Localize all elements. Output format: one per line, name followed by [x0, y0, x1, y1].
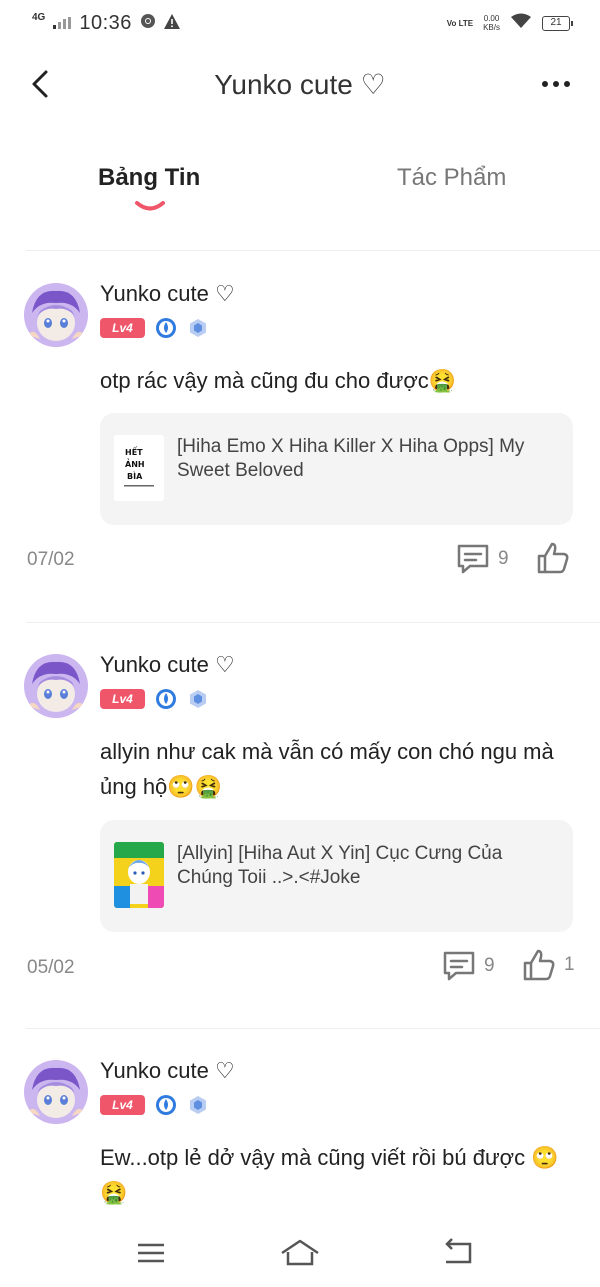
- badges: Lv4: [100, 1094, 209, 1116]
- author-name[interactable]: Yunko cute ♡: [100, 652, 235, 678]
- level-badge: Lv4: [100, 318, 145, 338]
- menu-icon: [138, 1243, 164, 1263]
- tab-indicator: [135, 201, 165, 211]
- tab-feed[interactable]: Bảng Tin: [98, 164, 200, 192]
- divider: [26, 1028, 600, 1029]
- work-title: [Hiha Emo X Hiha Killer X Hiha Opps] My …: [177, 436, 525, 481]
- wifi-icon: [510, 12, 532, 35]
- post-text: otp rác vậy mà cũng đu cho được🤮: [100, 368, 457, 393]
- comment-count: 9: [484, 955, 495, 976]
- chrome-icon: [140, 13, 156, 33]
- like-button[interactable]: [536, 541, 570, 575]
- post-text: allyin như cak mà vẫn có mấy con chó ngu…: [100, 739, 554, 799]
- thumbs-up-icon: [523, 949, 555, 981]
- comment-button[interactable]: 9: [442, 950, 495, 982]
- author-name[interactable]: Yunko cute ♡: [100, 1058, 235, 1084]
- avatar[interactable]: [24, 654, 88, 718]
- status-time: 10:36: [79, 11, 132, 34]
- net-speed-unit: KB/s: [483, 23, 500, 32]
- like-count: 1: [564, 954, 575, 975]
- water-drop-badge-icon: [156, 318, 176, 338]
- tab-works[interactable]: Tác Phẩm: [397, 164, 506, 192]
- warning-icon: [163, 13, 180, 33]
- home-icon: [281, 1239, 319, 1266]
- comment-icon: [457, 544, 489, 574]
- thumbs-up-icon: [537, 542, 569, 574]
- level-badge: Lv4: [100, 689, 145, 709]
- badges: Lv4: [100, 317, 209, 339]
- divider: [26, 622, 600, 623]
- divider: [26, 250, 600, 251]
- hexagon-badge-icon: [190, 319, 206, 337]
- battery-icon: 21: [542, 15, 573, 31]
- work-title: [Allyin] [Hiha Aut X Yin] Cục Cưng Của C…: [177, 843, 503, 888]
- badges: Lv4: [100, 688, 209, 710]
- work-thumbnail: HẾT ẢNH BÌA: [114, 435, 164, 501]
- post-date: 07/02: [27, 549, 75, 570]
- like-button[interactable]: 1: [522, 948, 575, 982]
- system-nav-bar: [0, 1222, 600, 1287]
- hexagon-badge-icon: [190, 1096, 206, 1114]
- return-nav-button[interactable]: [438, 1236, 478, 1270]
- net-speed-value: 0.00: [483, 14, 500, 23]
- water-drop-badge-icon: [156, 1095, 176, 1115]
- work-card[interactable]: [Allyin] [Hiha Aut X Yin] Cục Cưng Của C…: [100, 820, 573, 932]
- post-date: 05/02: [27, 957, 75, 978]
- status-left: 4G 10:36: [32, 12, 180, 35]
- avatar[interactable]: [24, 1060, 88, 1124]
- back-nav-icon: [445, 1238, 472, 1264]
- status-right: Vo LTE 0.00 KB/s 21: [446, 12, 573, 35]
- work-thumbnail: [114, 842, 164, 908]
- header: Yunko cute ♡: [0, 52, 600, 116]
- volte-label: Vo LTE: [446, 18, 474, 28]
- comment-icon: [443, 951, 475, 981]
- work-card[interactable]: HẾT ẢNH BÌA [Hiha Emo X Hiha Killer X Hiha…: [100, 413, 573, 525]
- net-speed: 0.00 KB/s: [483, 14, 500, 32]
- more-button[interactable]: [536, 66, 576, 102]
- author-name[interactable]: Yunko cute ♡: [100, 281, 235, 307]
- menu-nav-button[interactable]: [131, 1236, 171, 1270]
- comment-count: 9: [498, 548, 509, 569]
- more-dots-icon: [542, 81, 548, 87]
- signal-icon: [53, 17, 72, 29]
- hexagon-badge-icon: [190, 690, 206, 708]
- status-bar: 4G 10:36 Vo LTE 0.00 KB/s 21: [0, 0, 600, 46]
- network-type: 4G: [32, 11, 46, 23]
- home-nav-button[interactable]: [280, 1236, 320, 1270]
- water-drop-badge-icon: [156, 689, 176, 709]
- avatar[interactable]: [24, 283, 88, 347]
- svg-text:ẢNH: ẢNH: [125, 458, 145, 469]
- tabs: Bảng Tin Tác Phẩm: [0, 150, 600, 230]
- comment-button[interactable]: 9: [456, 543, 509, 575]
- post-text: Ew...otp lẻ dở vậy mà cũng viết rồi bú đ…: [100, 1145, 559, 1205]
- level-badge: Lv4: [100, 1095, 145, 1115]
- svg-text:BÌA: BÌA: [127, 470, 143, 481]
- page-title: Yunko cute ♡: [214, 69, 386, 100]
